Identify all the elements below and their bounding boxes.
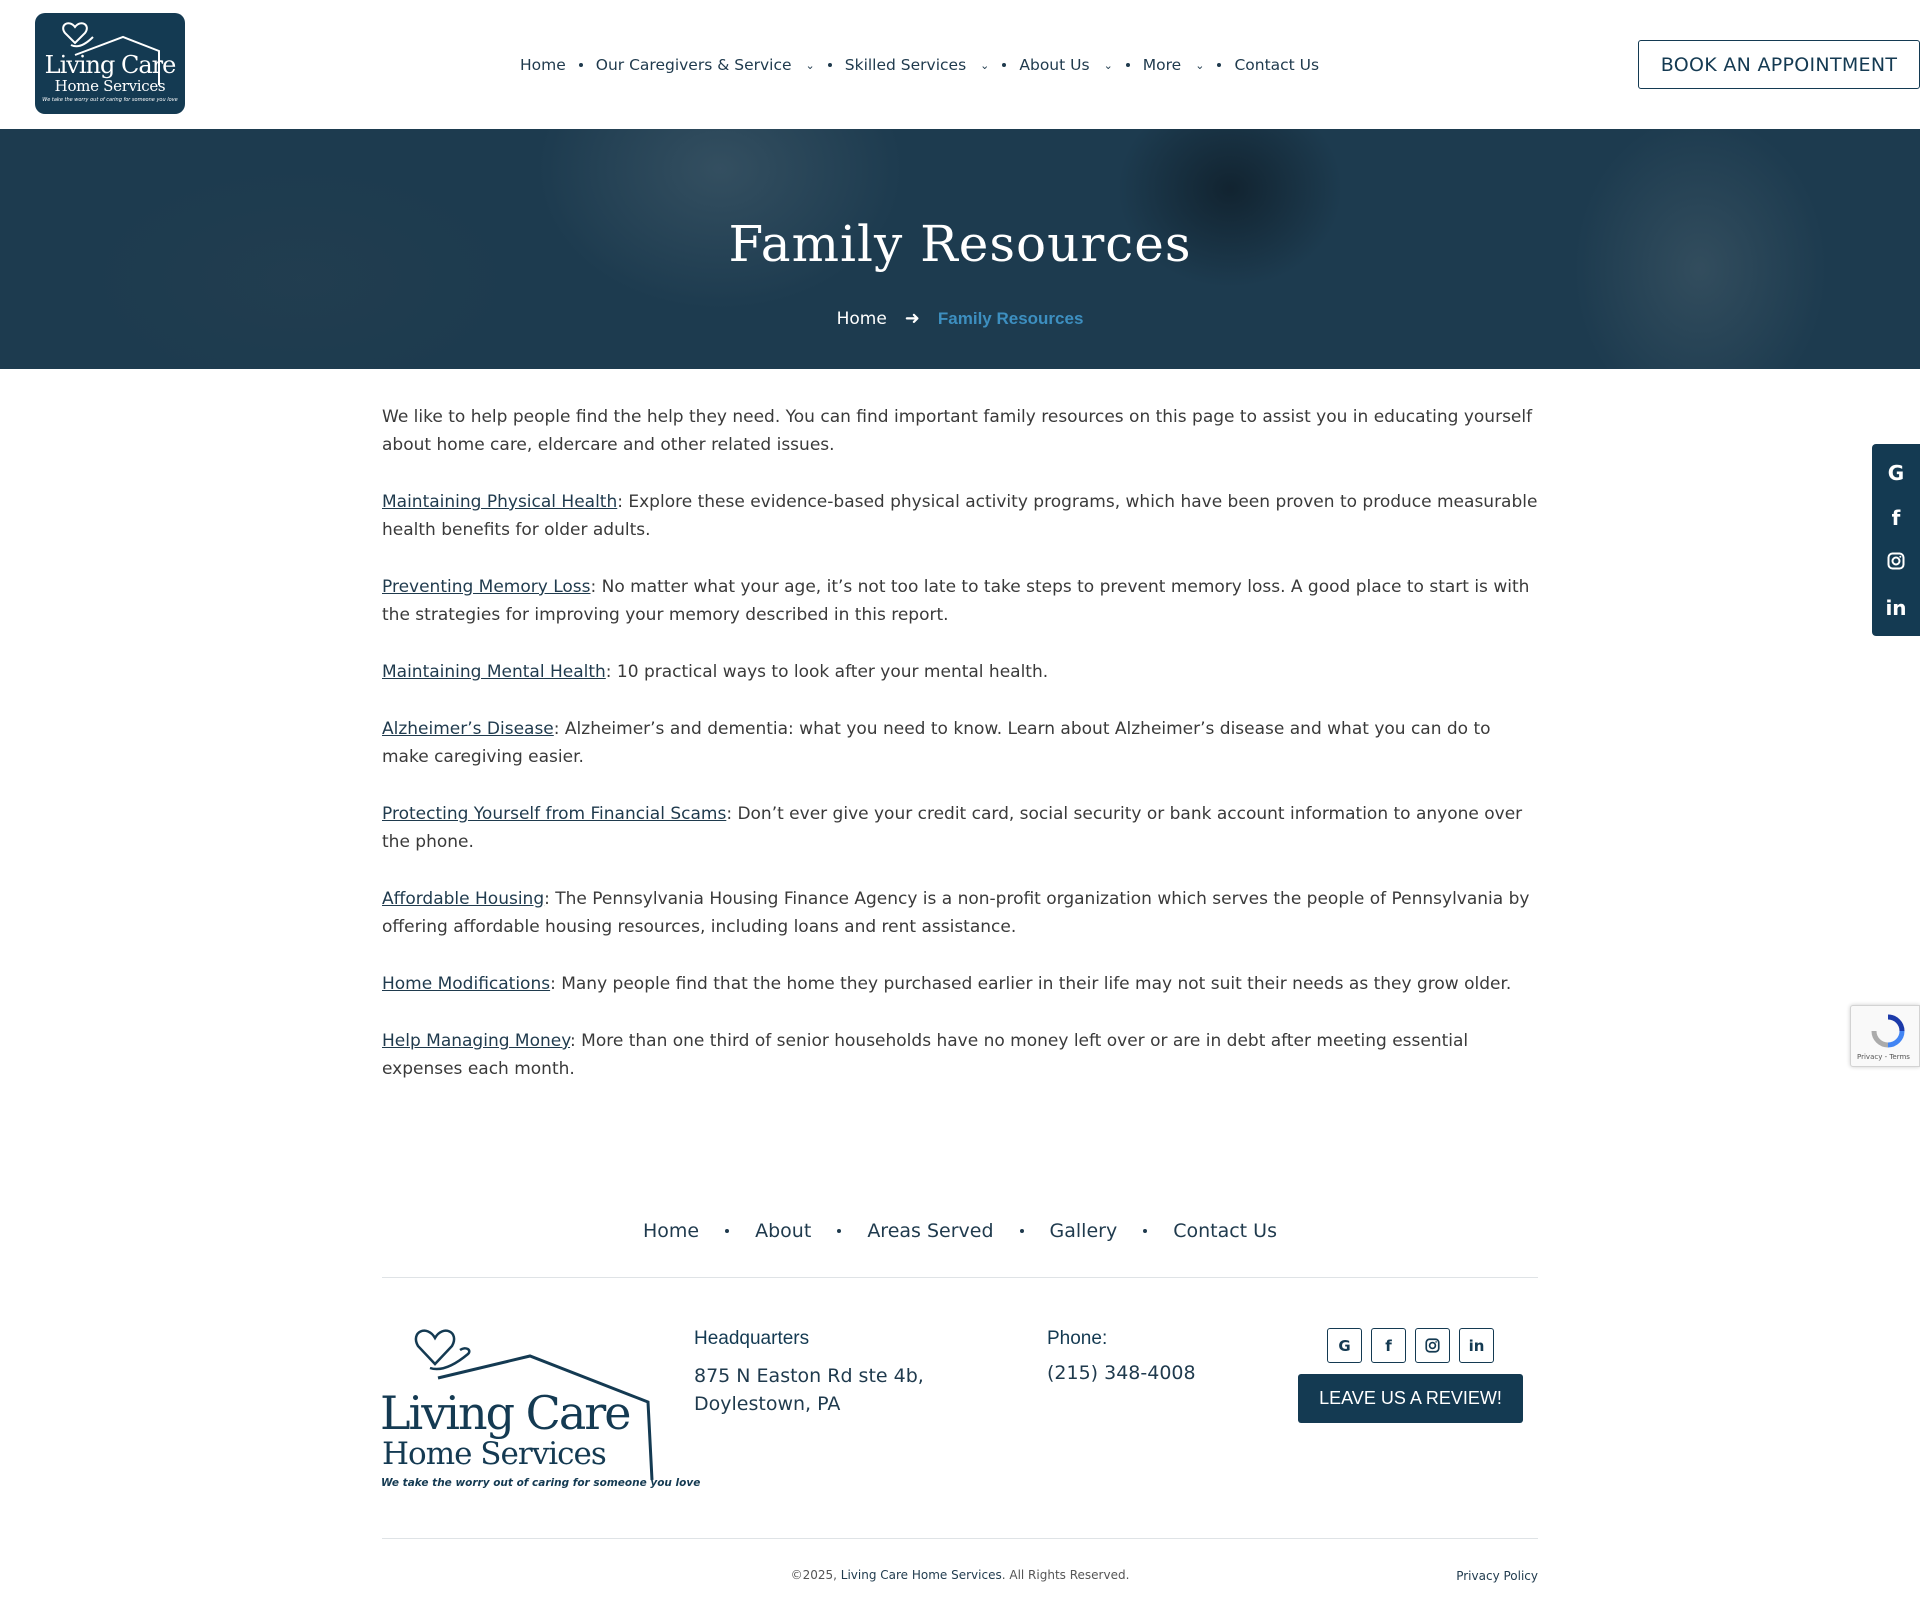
footer-divider	[382, 1538, 1538, 1539]
footer-logo-tagline: We take the worry out of caring for some…	[381, 1477, 701, 1489]
resource-item: Maintaining Mental Health: 10 practical …	[382, 658, 1540, 686]
copyright-brand-link[interactable]: Living Care Home Services	[841, 1568, 1002, 1582]
footer-nav-about[interactable]: About	[755, 1220, 811, 1242]
privacy-policy-link[interactable]: Privacy Policy	[1455, 1569, 1538, 1583]
nav-more[interactable]: More ⌄	[1143, 56, 1205, 74]
intro-paragraph: We like to help people find the help the…	[382, 407, 1533, 455]
resource-link[interactable]: Protecting Yourself from Financial Scams	[382, 804, 726, 824]
main-nav: Home Our Caregivers & Service ⌄ Skilled S…	[520, 55, 1319, 75]
headquarters-heading: Headquarters	[694, 1328, 810, 1349]
footer-nav-contact-us[interactable]: Contact Us	[1173, 1220, 1277, 1242]
chevron-down-icon: ⌄	[805, 58, 815, 72]
chevron-down-icon: ⌄	[980, 58, 990, 72]
leave-review-button[interactable]: LEAVE US A REVIEW!	[1298, 1374, 1523, 1423]
google-icon[interactable]: G	[1327, 1328, 1362, 1363]
headquarters-address: 875 N Easton Rd ste 4b, Doylestown, PA	[694, 1362, 924, 1418]
footer-nav: Home About Areas Served Gallery Contact …	[0, 1220, 1920, 1242]
recaptcha-badge[interactable]: Privacy - Terms	[1850, 1005, 1920, 1067]
resources-content: We like to help people find the help the…	[382, 403, 1540, 1112]
nav-contact-us-label: Contact Us	[1234, 56, 1320, 74]
nav-home-label: Home	[520, 56, 566, 74]
footer-logo-line2: Home Services	[382, 1436, 607, 1472]
footer-social-links: G f in	[1327, 1328, 1503, 1363]
footer-divider	[382, 1277, 1538, 1278]
resource-link[interactable]: Alzheimer’s Disease	[382, 719, 554, 739]
resource-item: Alzheimer’s Disease: Alzheimer’s and dem…	[382, 715, 1540, 771]
logo-line1: Living Care	[44, 51, 177, 79]
nav-separator	[1217, 63, 1222, 67]
nav-about-us[interactable]: About Us ⌄	[1019, 56, 1112, 74]
copyright-suffix: . All Rights Reserved.	[1001, 1568, 1130, 1582]
footer-logo-line1: Living Care	[380, 1386, 631, 1440]
phone-heading: Phone:	[1047, 1328, 1108, 1349]
resource-link[interactable]: Affordable Housing	[382, 889, 544, 909]
nav-separator	[725, 1229, 730, 1233]
nav-separator	[1019, 1229, 1024, 1233]
nav-more-label: More	[1142, 56, 1182, 74]
resource-item: Preventing Memory Loss: No matter what y…	[382, 573, 1540, 629]
nav-about-us-label: About Us	[1019, 56, 1090, 74]
nav-separator	[837, 1229, 842, 1233]
recaptcha-icon	[1871, 1014, 1905, 1048]
resource-item: Maintaining Physical Health: Explore the…	[382, 488, 1540, 544]
breadcrumb: Home ➜ Family Resources	[0, 308, 1920, 329]
resource-item: Home Modifications: Many people find tha…	[382, 970, 1540, 998]
address-line1: 875 N Easton Rd ste 4b,	[694, 1365, 924, 1387]
copyright: ©2025, Living Care Home Services. All Ri…	[0, 1568, 1920, 1582]
resource-item: Protecting Yourself from Financial Scams…	[382, 800, 1540, 856]
breadcrumb-current: Family Resources	[937, 308, 1084, 328]
nav-caregivers-label: Our Caregivers & Service	[595, 56, 792, 74]
instagram-icon[interactable]	[1415, 1328, 1450, 1363]
site-header: Living Care Home Services We take the wo…	[0, 0, 1920, 129]
footer-nav-areas-served[interactable]: Areas Served	[867, 1220, 993, 1242]
footer-logo[interactable]: Living Care Home Services We take the wo…	[380, 1320, 700, 1495]
site-logo[interactable]: Living Care Home Services We take the wo…	[35, 13, 185, 114]
resource-description: : Many people find that the home they pu…	[550, 974, 1512, 994]
resource-description: : 10 practical ways to look after your m…	[605, 662, 1049, 682]
nav-caregivers[interactable]: Our Caregivers & Service ⌄	[596, 56, 815, 74]
resource-link[interactable]: Maintaining Physical Health	[382, 492, 617, 512]
resource-description: : The Pennsylvania Housing Finance Agenc…	[382, 889, 1530, 937]
phone-number[interactable]: (215) 348-4008	[1047, 1362, 1196, 1384]
resource-link[interactable]: Home Modifications	[382, 974, 550, 994]
footer-nav-gallery[interactable]: Gallery	[1050, 1220, 1118, 1242]
recaptcha-text: Privacy - Terms	[1857, 1053, 1910, 1061]
nav-separator	[578, 63, 583, 67]
resource-link[interactable]: Maintaining Mental Health	[382, 662, 606, 682]
nav-separator	[1002, 63, 1007, 67]
nav-separator	[827, 63, 832, 67]
nav-home[interactable]: Home	[520, 56, 566, 74]
facebook-icon[interactable]: f	[1872, 506, 1920, 530]
resource-item: Affordable Housing: The Pennsylvania Hou…	[382, 885, 1540, 941]
instagram-icon[interactable]	[1872, 551, 1920, 575]
google-icon[interactable]: G	[1872, 461, 1920, 485]
logo-tagline: We take the worry out of caring for some…	[42, 97, 178, 103]
footer-nav-home[interactable]: Home	[643, 1220, 699, 1242]
nav-skilled-services-label: Skilled Services	[844, 56, 967, 74]
page-hero: Family Resources Home ➜ Family Resources	[0, 129, 1920, 369]
copyright-prefix: ©2025,	[790, 1568, 841, 1582]
resource-link[interactable]: Preventing Memory Loss	[382, 577, 591, 597]
page-title: Family Resources	[728, 215, 1192, 273]
resource-link[interactable]: Help Managing Money	[382, 1031, 570, 1051]
floating-social-bar: G f in	[1872, 444, 1920, 636]
arrow-right-icon: ➜	[904, 308, 920, 329]
resource-item: Help Managing Money: More than one third…	[382, 1027, 1540, 1083]
nav-skilled-services[interactable]: Skilled Services ⌄	[845, 56, 990, 74]
breadcrumb-home[interactable]: Home	[837, 309, 887, 329]
nav-contact-us[interactable]: Contact Us	[1234, 56, 1319, 74]
facebook-icon[interactable]: f	[1371, 1328, 1406, 1363]
nav-separator	[1125, 63, 1130, 67]
nav-separator	[1143, 1229, 1148, 1233]
chevron-down-icon: ⌄	[1195, 58, 1205, 72]
logo-line2: Home Services	[54, 77, 166, 95]
book-appointment-button[interactable]: BOOK AN APPOINTMENT	[1638, 40, 1920, 89]
address-line2: Doylestown, PA	[694, 1393, 841, 1415]
linkedin-icon[interactable]: in	[1872, 596, 1920, 620]
chevron-down-icon: ⌄	[1103, 58, 1113, 72]
linkedin-icon[interactable]: in	[1459, 1328, 1494, 1363]
